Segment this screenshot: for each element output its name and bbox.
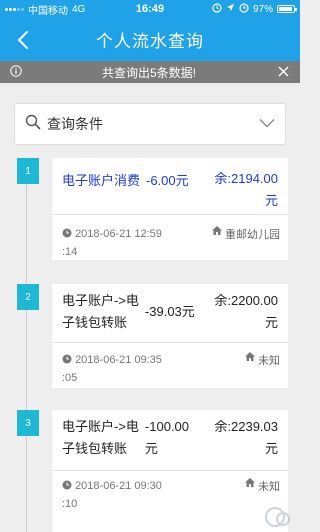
- record-location: 未知: [245, 352, 280, 387]
- record-location-name: 未知: [258, 481, 280, 493]
- record-balance-value: 余:2200.00: [214, 293, 278, 308]
- card-divider: [52, 214, 288, 215]
- record-card[interactable]: 电子账户消费 -6.00元 余:2194.00 元 2018-06-21 12:…: [52, 158, 288, 260]
- record-description: 电子账户->电 子钱包转账: [62, 416, 139, 460]
- record-description-line1: 电子账户->电: [62, 293, 139, 308]
- record-time: 2018-06-21 09:35 :05: [62, 352, 182, 387]
- back-button[interactable]: [12, 29, 34, 51]
- network-type: 4G: [72, 3, 86, 15]
- record-meta: 2018-06-21 12:59 :14 重邮幼儿园: [62, 226, 280, 261]
- card-divider: [52, 470, 288, 471]
- clock-status-icon: [239, 2, 249, 16]
- status-bar: 中国移动 4G 16:49 97%: [0, 0, 300, 18]
- record-card[interactable]: 电子账户->电 子钱包转账 -39.03元 余:2200.00 元 2018-0…: [52, 284, 288, 388]
- record-time-date: 2018-06-21 09:35: [75, 354, 162, 366]
- record-location-name: 未知: [258, 355, 280, 367]
- notice-text: 共查询出5条数据!: [101, 65, 196, 80]
- record-balance-unit: 元: [264, 315, 278, 330]
- record-balance-value: 余:2239.03: [214, 419, 278, 434]
- record-time-date: 2018-06-21 09:30: [75, 480, 162, 492]
- card-divider: [52, 342, 288, 343]
- record-summary: 电子账户消费 -6.00元 余:2194.00 元: [52, 158, 288, 212]
- record-time-date: 2018-06-21 12:59: [75, 228, 162, 240]
- signal-icon: [5, 7, 24, 11]
- record-index-badge: 3: [17, 410, 39, 436]
- record-time-seconds: :10: [62, 498, 78, 510]
- chevron-left-icon: [18, 31, 28, 49]
- record-time-seconds: :14: [62, 246, 78, 258]
- page-title: 个人流水查询: [96, 32, 204, 51]
- query-conditions-label: 查询条件: [47, 116, 103, 132]
- close-notice-button[interactable]: [276, 64, 290, 81]
- record-summary: 电子账户->电 子钱包转账 -39.03元 余:2200.00 元: [52, 284, 288, 334]
- record-amount-value: -100.00: [144, 419, 190, 434]
- battery-icon: [277, 5, 297, 13]
- record-time-seconds: :05: [62, 372, 78, 384]
- timeline-line: [26, 160, 27, 532]
- record-description: 电子账户消费: [62, 173, 141, 188]
- clock-icon: [62, 479, 72, 496]
- record-amount: -6.00元: [146, 173, 189, 188]
- nav-bar: 个人流水查询: [0, 18, 300, 61]
- app-header: 中国移动 4G 16:49 97% 个人流水查询: [0, 0, 300, 61]
- status-time: 16:49: [135, 3, 165, 15]
- query-conditions-toggle[interactable]: 查询条件: [14, 103, 286, 145]
- carrier-name: 中国移动: [28, 5, 68, 17]
- record-description-line1: 电子账户->电: [62, 419, 139, 434]
- record-time: 2018-06-21 09:30 :10: [62, 478, 182, 513]
- record-index-badge: 1: [17, 158, 39, 184]
- home-icon: [212, 226, 222, 238]
- record-meta: 2018-06-21 09:35 :05 未知: [62, 352, 280, 387]
- watermark-logo: [264, 506, 292, 528]
- record-amount: -39.03元: [144, 304, 195, 319]
- close-icon: [278, 66, 288, 76]
- search-icon: [25, 114, 41, 135]
- chevron-down-icon: [259, 115, 275, 133]
- alarm-icon: [212, 2, 222, 16]
- record-meta: 2018-06-21 09:30 :10 未知: [62, 478, 280, 513]
- home-icon: [245, 352, 255, 364]
- record-balance: 余:2194.00 元: [214, 168, 278, 212]
- record-balance-value: 余:2194.00: [214, 171, 278, 186]
- record-time: 2018-06-21 12:59 :14: [62, 226, 182, 261]
- record-location-name: 重邮幼儿园: [225, 229, 280, 241]
- battery-percent: 97%: [252, 3, 273, 15]
- notice-bar: 共查询出5条数据!: [0, 61, 300, 83]
- home-icon: [245, 478, 255, 490]
- record-description-line2: 子钱包转账: [62, 315, 128, 330]
- record-index-badge: 2: [17, 284, 39, 310]
- record-card[interactable]: 电子账户->电 子钱包转账 -100.00 元 余:2239.03 元 2018…: [52, 410, 288, 532]
- record-amount-unit: 元: [144, 441, 158, 456]
- record-balance-unit: 元: [264, 193, 278, 208]
- info-icon: [10, 64, 22, 80]
- clock-icon: [62, 353, 72, 370]
- location-arrow-icon: [226, 3, 235, 15]
- record-balance: 余:2200.00 元: [214, 290, 278, 334]
- record-balance: 余:2239.03 元: [214, 416, 278, 460]
- record-description-line2: 子钱包转账: [62, 441, 128, 456]
- record-balance-unit: 元: [264, 441, 278, 456]
- record-location: 重邮幼儿园: [212, 226, 280, 261]
- record-amount: -100.00 元: [145, 416, 189, 460]
- record-summary: 电子账户->电 子钱包转账 -100.00 元 余:2239.03 元: [52, 410, 288, 460]
- clock-icon: [62, 227, 72, 244]
- record-description: 电子账户->电 子钱包转账: [62, 290, 139, 334]
